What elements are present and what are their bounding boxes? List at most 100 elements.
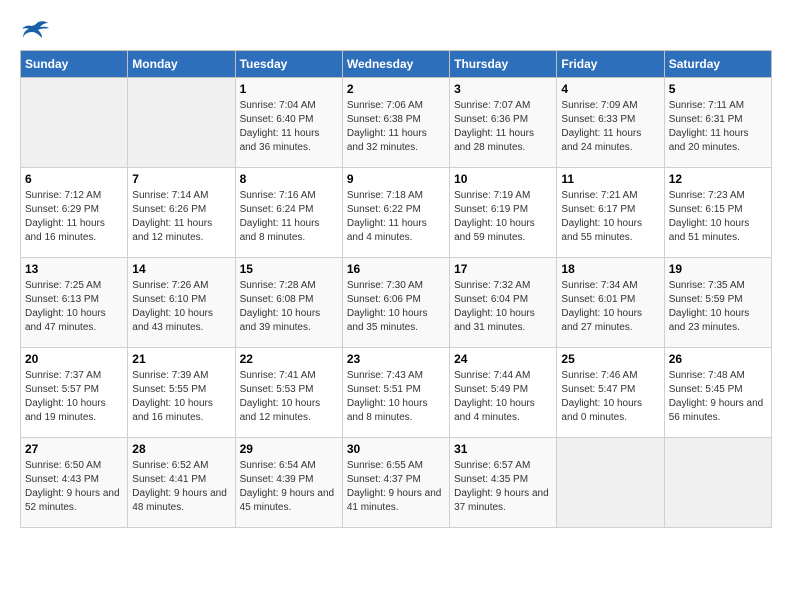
day-number: 16: [347, 262, 445, 276]
day-number: 27: [25, 442, 123, 456]
calendar-cell: 15 Sunrise: 7:28 AM Sunset: 6:08 PM Dayli…: [235, 258, 342, 348]
day-number: 31: [454, 442, 552, 456]
calendar-week-row: 1Sunrise: 7:04 AM Sunset: 6:40 PM Daylig…: [21, 78, 772, 168]
day-number: 11: [561, 172, 659, 186]
calendar-cell: 16 Sunrise: 7:30 AM Sunset: 6:06 PM Dayli…: [342, 258, 449, 348]
calendar-cell: 14 Sunrise: 7:26 AM Sunset: 6:10 PM Dayli…: [128, 258, 235, 348]
calendar-week-row: 27Sunrise: 6:50 AM Sunset: 4:43 PM Dayli…: [21, 438, 772, 528]
day-info: Sunrise: 7:07 AM Sunset: 6:36 PM Dayligh…: [454, 99, 552, 155]
day-info: Sunrise: 7:30 AM Sunset: 6:06 PM Dayligh…: [347, 279, 445, 335]
day-info: Sunrise: 7:39 AM Sunset: 5:55 PM Dayligh…: [132, 369, 230, 425]
calendar-cell: 2 Sunrise: 7:06 AM Sunset: 6:38 PM Daylig…: [342, 78, 449, 168]
day-number: 29: [240, 442, 338, 456]
day-number: 26: [669, 352, 767, 366]
day-number: 14: [132, 262, 230, 276]
day-number: 12: [669, 172, 767, 186]
day-info: Sunrise: 7:35 AM Sunset: 5:59 PM Dayligh…: [669, 279, 767, 335]
day-number: 13: [25, 262, 123, 276]
weekday-header-sunday: Sunday: [21, 51, 128, 78]
calendar-cell: 4 Sunrise: 7:09 AM Sunset: 6:33 PM Daylig…: [557, 78, 664, 168]
day-number: 25: [561, 352, 659, 366]
day-number: 1: [240, 82, 338, 96]
day-info: Sunrise: 7:25 AM Sunset: 6:13 PM Dayligh…: [25, 279, 123, 335]
day-info: Sunrise: 6:52 AM Sunset: 4:41 PM Dayligh…: [132, 459, 230, 515]
day-number: 3: [454, 82, 552, 96]
day-number: 19: [669, 262, 767, 276]
day-info: Sunrise: 7:16 AM Sunset: 6:24 PM Dayligh…: [240, 189, 338, 245]
calendar-cell: 10 Sunrise: 7:19 AM Sunset: 6:19 PM Dayli…: [450, 168, 557, 258]
calendar-cell: [557, 438, 664, 528]
calendar-cell: 11 Sunrise: 7:21 AM Sunset: 6:17 PM Dayli…: [557, 168, 664, 258]
calendar-cell: 29 Sunrise: 6:54 AM Sunset: 4:39 PM Dayli…: [235, 438, 342, 528]
day-number: 5: [669, 82, 767, 96]
day-info: Sunrise: 7:06 AM Sunset: 6:38 PM Dayligh…: [347, 99, 445, 155]
calendar-cell: [21, 78, 128, 168]
day-info: Sunrise: 7:23 AM Sunset: 6:15 PM Dayligh…: [669, 189, 767, 245]
day-info: Sunrise: 7:32 AM Sunset: 6:04 PM Dayligh…: [454, 279, 552, 335]
calendar-cell: 13 Sunrise: 7:25 AM Sunset: 6:13 PM Dayli…: [21, 258, 128, 348]
day-info: Sunrise: 7:26 AM Sunset: 6:10 PM Dayligh…: [132, 279, 230, 335]
weekday-header-tuesday: Tuesday: [235, 51, 342, 78]
weekday-header-saturday: Saturday: [664, 51, 771, 78]
day-info: Sunrise: 7:09 AM Sunset: 6:33 PM Dayligh…: [561, 99, 659, 155]
calendar-cell: 17 Sunrise: 7:32 AM Sunset: 6:04 PM Dayli…: [450, 258, 557, 348]
day-number: 22: [240, 352, 338, 366]
page-header: [20, 20, 772, 40]
calendar-cell: 27Sunrise: 6:50 AM Sunset: 4:43 PM Dayli…: [21, 438, 128, 528]
day-info: Sunrise: 6:54 AM Sunset: 4:39 PM Dayligh…: [240, 459, 338, 515]
day-number: 6: [25, 172, 123, 186]
calendar-cell: 28 Sunrise: 6:52 AM Sunset: 4:41 PM Dayli…: [128, 438, 235, 528]
calendar-week-row: 6Sunrise: 7:12 AM Sunset: 6:29 PM Daylig…: [21, 168, 772, 258]
day-number: 15: [240, 262, 338, 276]
day-info: Sunrise: 7:44 AM Sunset: 5:49 PM Dayligh…: [454, 369, 552, 425]
calendar-cell: 8 Sunrise: 7:16 AM Sunset: 6:24 PM Daylig…: [235, 168, 342, 258]
calendar-cell: 30Sunrise: 6:55 AM Sunset: 4:37 PM Dayli…: [342, 438, 449, 528]
weekday-header-friday: Friday: [557, 51, 664, 78]
day-info: Sunrise: 7:28 AM Sunset: 6:08 PM Dayligh…: [240, 279, 338, 335]
weekday-header-thursday: Thursday: [450, 51, 557, 78]
day-info: Sunrise: 7:21 AM Sunset: 6:17 PM Dayligh…: [561, 189, 659, 245]
calendar-cell: 9 Sunrise: 7:18 AM Sunset: 6:22 PM Daylig…: [342, 168, 449, 258]
day-number: 17: [454, 262, 552, 276]
weekday-header-wednesday: Wednesday: [342, 51, 449, 78]
weekday-header-row: SundayMondayTuesdayWednesdayThursdayFrid…: [21, 51, 772, 78]
calendar-cell: 6Sunrise: 7:12 AM Sunset: 6:29 PM Daylig…: [21, 168, 128, 258]
day-number: 9: [347, 172, 445, 186]
calendar-cell: [664, 438, 771, 528]
calendar-week-row: 20 Sunrise: 7:37 AM Sunset: 5:57 PM Dayli…: [21, 348, 772, 438]
calendar-cell: 7 Sunrise: 7:14 AM Sunset: 6:26 PM Daylig…: [128, 168, 235, 258]
logo: [20, 20, 50, 40]
day-info: Sunrise: 7:14 AM Sunset: 6:26 PM Dayligh…: [132, 189, 230, 245]
day-info: Sunrise: 7:46 AM Sunset: 5:47 PM Dayligh…: [561, 369, 659, 425]
calendar-cell: 1Sunrise: 7:04 AM Sunset: 6:40 PM Daylig…: [235, 78, 342, 168]
calendar-table: SundayMondayTuesdayWednesdayThursdayFrid…: [20, 50, 772, 528]
day-info: Sunrise: 7:19 AM Sunset: 6:19 PM Dayligh…: [454, 189, 552, 245]
weekday-header-monday: Monday: [128, 51, 235, 78]
day-number: 7: [132, 172, 230, 186]
calendar-cell: 26Sunrise: 7:48 AM Sunset: 5:45 PM Dayli…: [664, 348, 771, 438]
calendar-cell: 21 Sunrise: 7:39 AM Sunset: 5:55 PM Dayli…: [128, 348, 235, 438]
day-number: 24: [454, 352, 552, 366]
day-number: 10: [454, 172, 552, 186]
day-number: 2: [347, 82, 445, 96]
calendar-cell: [128, 78, 235, 168]
day-info: Sunrise: 7:41 AM Sunset: 5:53 PM Dayligh…: [240, 369, 338, 425]
calendar-cell: 25 Sunrise: 7:46 AM Sunset: 5:47 PM Dayli…: [557, 348, 664, 438]
calendar-cell: 19 Sunrise: 7:35 AM Sunset: 5:59 PM Dayli…: [664, 258, 771, 348]
day-info: Sunrise: 7:37 AM Sunset: 5:57 PM Dayligh…: [25, 369, 123, 425]
day-number: 4: [561, 82, 659, 96]
day-info: Sunrise: 6:57 AM Sunset: 4:35 PM Dayligh…: [454, 459, 552, 515]
day-number: 8: [240, 172, 338, 186]
day-number: 28: [132, 442, 230, 456]
day-number: 21: [132, 352, 230, 366]
day-number: 20: [25, 352, 123, 366]
calendar-cell: 3 Sunrise: 7:07 AM Sunset: 6:36 PM Daylig…: [450, 78, 557, 168]
calendar-cell: 20 Sunrise: 7:37 AM Sunset: 5:57 PM Dayli…: [21, 348, 128, 438]
day-number: 23: [347, 352, 445, 366]
day-number: 18: [561, 262, 659, 276]
day-info: Sunrise: 7:11 AM Sunset: 6:31 PM Dayligh…: [669, 99, 767, 155]
day-info: Sunrise: 7:43 AM Sunset: 5:51 PM Dayligh…: [347, 369, 445, 425]
calendar-cell: 12 Sunrise: 7:23 AM Sunset: 6:15 PM Dayli…: [664, 168, 771, 258]
day-info: Sunrise: 7:18 AM Sunset: 6:22 PM Dayligh…: [347, 189, 445, 245]
calendar-cell: 18Sunrise: 7:34 AM Sunset: 6:01 PM Dayli…: [557, 258, 664, 348]
